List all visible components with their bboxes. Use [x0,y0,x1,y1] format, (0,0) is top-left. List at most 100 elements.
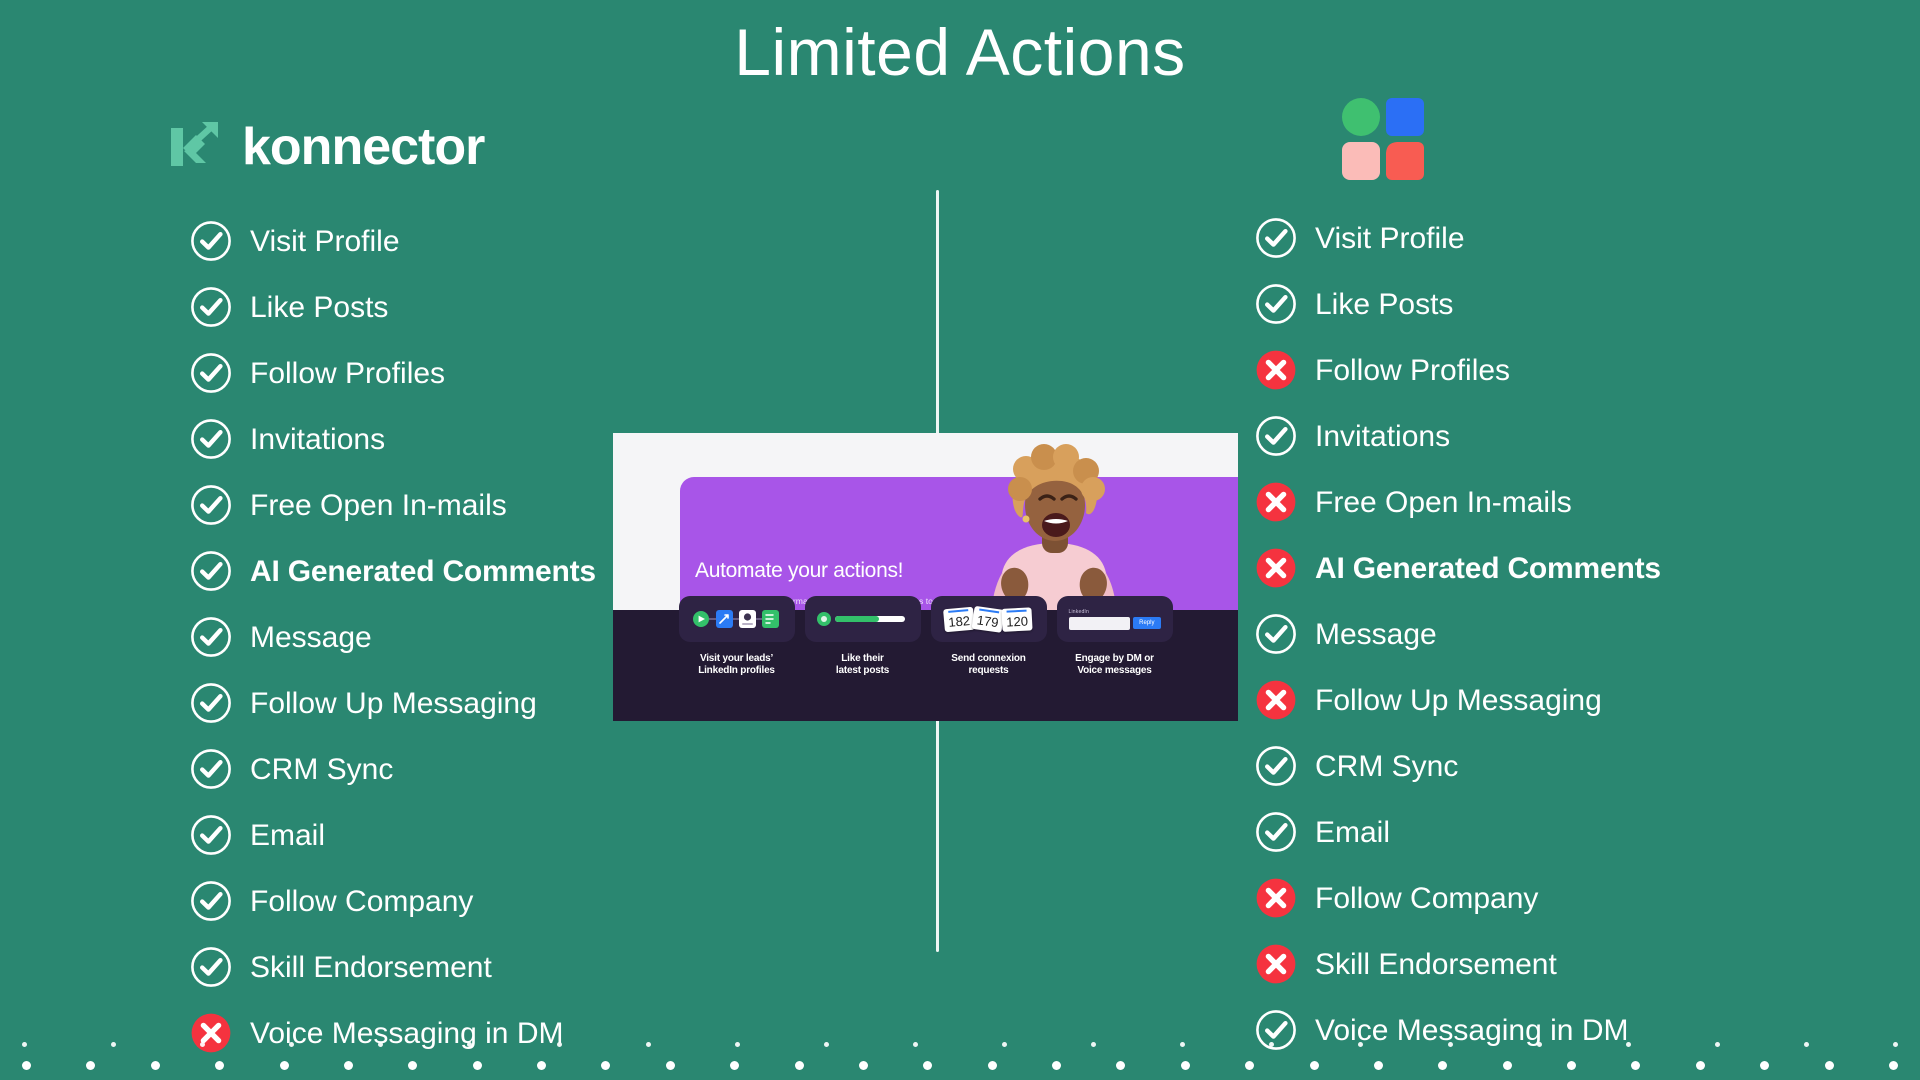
check-circle-icon [190,220,232,262]
connection-counters-icon: 182 179 120 [930,596,1047,642]
list-item: Visit Profile [1255,205,1895,271]
counter-value: 179 [975,611,1000,630]
decorative-dot [22,1042,27,1047]
list-item: Follow Up Messaging [1255,667,1895,733]
check-circle-icon [1255,745,1297,787]
decorative-dot [1052,1061,1061,1070]
check-circle-icon [1255,1009,1297,1051]
waalaxy-feature-list: Visit Profile Like Posts Follow Profiles In… [1255,205,1895,1063]
decorative-dot [1002,1042,1008,1047]
waalaxy-quadrant-logo-icon [1342,98,1426,182]
counter-card: 179 [971,605,1004,633]
check-circle-icon [1255,811,1297,853]
list-item-label: CRM Sync [250,752,394,786]
check-circle-icon [190,946,232,988]
decorative-dot [150,1061,160,1070]
list-item-label: Free Open In-mails [250,488,507,522]
promo-feature-1[interactable]: Visit your leads’ LinkedIn profiles [678,596,795,721]
caption-line-1: Like their [841,653,884,664]
konnector-k-arrow-icon [166,118,224,176]
konnector-wordmark: konnector [242,118,485,176]
check-circle-icon [190,616,232,658]
page-title: Limited Actions [734,15,1186,89]
decorative-dot [1245,1061,1255,1070]
promo-feature-caption: Engage by DM or Voice messages [1075,653,1154,677]
list-item-label: Follow Profiles [1315,353,1511,387]
list-item-label: Follow Company [250,884,474,918]
list-item-label: AI Generated Comments [250,554,596,588]
check-circle-icon [190,352,232,394]
list-item-label: Follow Company [1315,881,1539,915]
list-item-label: Free Open In-mails [1315,485,1572,519]
caption-line-2: LinkedIn profiles [698,665,775,677]
list-item: Like Posts [1255,271,1895,337]
list-item: Email [1255,799,1895,865]
list-item-label: Visit Profile [250,224,400,258]
list-item: CRM Sync [190,736,890,802]
linkedin-field-label: LinkedIn [1068,608,1090,615]
list-item: Skill Endorsement [1255,931,1895,997]
cross-circle-icon [1255,349,1297,391]
caption-line-2: Voice messages [1077,665,1152,677]
promo-card[interactable]: Automate your actions! Boost your Linked… [613,433,1238,721]
caption-line-1: Visit your leads’ [699,653,774,664]
list-item-label: Email [1315,815,1391,849]
check-circle-icon [1255,283,1297,325]
list-item: Free Open In-mails [1255,469,1895,535]
list-item: Message [1255,601,1895,667]
cross-circle-icon [1255,877,1297,919]
list-item-label: Invitations [1315,419,1451,453]
check-circle-icon [1255,217,1297,259]
caption-line-2: latest posts [835,665,890,677]
list-item: Follow Profiles [190,340,890,406]
list-item-label: Like Posts [1315,287,1454,321]
check-circle-icon [1255,613,1297,655]
caption-line-1: Send connexion [951,653,1026,664]
check-circle-icon [190,880,232,922]
list-item-label: Voice Messaging in DM [1315,1013,1629,1047]
decorative-dot [22,1061,31,1070]
promo-feature-3[interactable]: 182 179 120 Send connexion requests [930,596,1047,721]
check-circle-icon [190,814,232,856]
reply-input[interactable] [1068,616,1131,630]
list-item-label: Follow Up Messaging [1315,683,1602,717]
counter-value: 182 [947,612,971,630]
slide-canvas: Limited Actions konnector Visit Profile … [0,0,1920,1080]
check-circle-icon [190,748,232,790]
list-item-label: Message [1315,617,1437,651]
decorative-dot [912,1042,918,1047]
promo-feature-2[interactable]: Like their latest posts [804,596,921,721]
list-item-label: AI Generated Comments [1315,551,1661,585]
list-item: Follow Profiles [1255,337,1895,403]
cross-circle-icon [1255,481,1297,523]
caption-line-1: Engage by DM or [1075,653,1154,664]
cross-circle-icon [1255,943,1297,985]
promo-feature-4[interactable]: LinkedIn Reply Engage by DM or Voice messag… [1056,596,1173,721]
reply-button[interactable]: Reply [1133,617,1161,629]
counter-card: 120 [1000,606,1033,632]
list-item: Follow Company [1255,865,1895,931]
list-item-label: Skill Endorsement [1315,947,1557,981]
linkedin-reply-box-icon: LinkedIn Reply [1056,596,1173,642]
promo-feature-caption: Send connexion requests [951,653,1026,677]
progress-bar-icon [804,596,921,642]
check-circle-icon [190,286,232,328]
check-circle-icon [1255,415,1297,457]
promo-heading: Automate your actions! [695,559,904,582]
decorative-dot [111,1042,117,1047]
list-item-label: Message [250,620,372,654]
decorative-dot [1091,1042,1097,1047]
list-item: Voice Messaging in DM [190,1000,890,1066]
counter-value: 120 [1005,613,1028,630]
list-item: AI Generated Comments [1255,535,1895,601]
decorative-dot [86,1061,96,1070]
list-item-label: Follow Up Messaging [250,686,537,720]
list-item-label: Voice Messaging in DM [250,1016,564,1050]
list-item-label: Skill Endorsement [250,950,492,984]
list-item-label: Email [250,818,326,852]
list-item-label: Like Posts [250,290,389,324]
list-item: Email [190,802,890,868]
cross-circle-icon [1255,547,1297,589]
decorative-dot [987,1061,997,1070]
list-item: Voice Messaging in DM [1255,997,1895,1063]
